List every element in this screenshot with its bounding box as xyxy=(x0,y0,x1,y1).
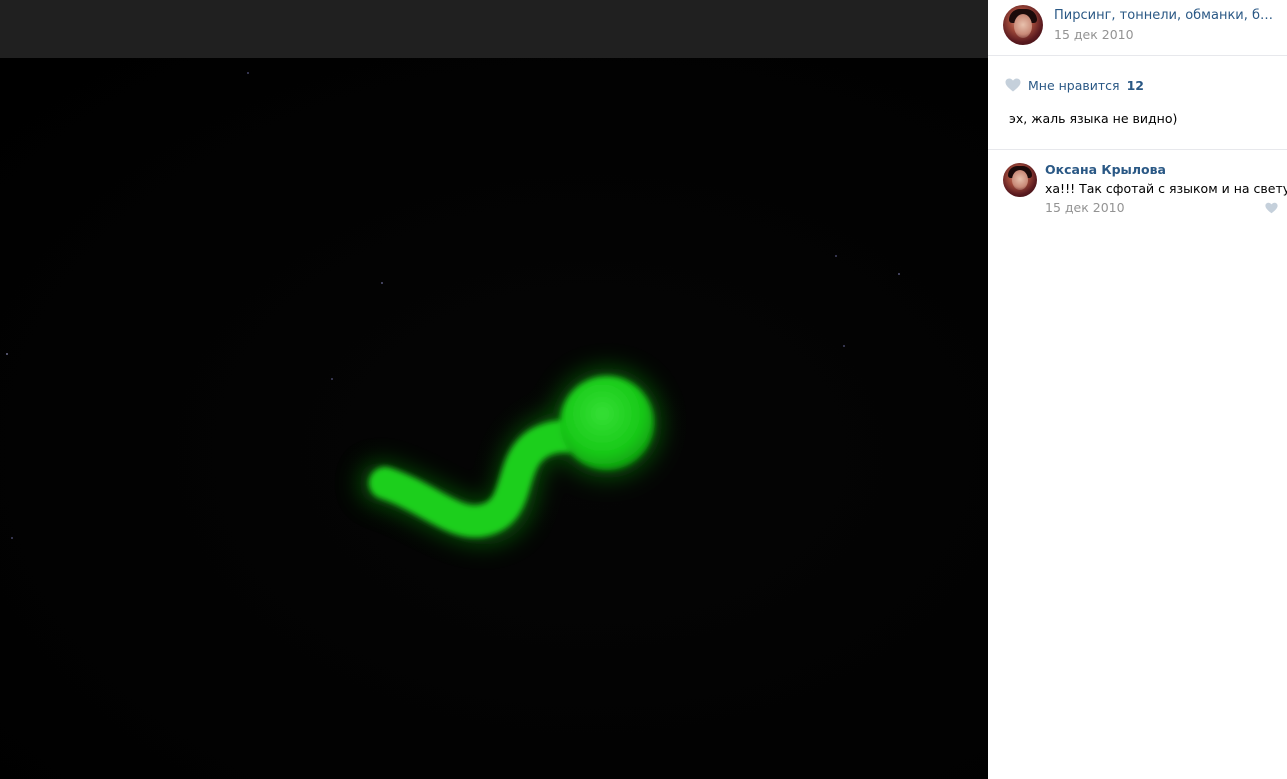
comment-date[interactable]: 15 дек 2010 xyxy=(1045,200,1125,215)
post-header: Пирсинг, тоннели, обманки, бижут... 15 д… xyxy=(988,0,1287,56)
post-sidebar: Пирсинг, тоннели, обманки, бижут... 15 д… xyxy=(988,0,1287,779)
post-text: эх, жаль языка не видно) xyxy=(1009,111,1178,126)
group-avatar[interactable] xyxy=(1003,5,1043,45)
photo-viewer xyxy=(0,0,988,779)
viewer-topbar xyxy=(0,0,988,58)
comment-author-link[interactable]: Оксана Крылова xyxy=(1045,162,1166,177)
divider xyxy=(988,149,1287,150)
likes-label: Мне нравится xyxy=(1028,77,1120,93)
comment-like-heart-icon[interactable] xyxy=(1265,202,1278,214)
heart-icon xyxy=(1005,78,1021,92)
group-name-link[interactable]: Пирсинг, тоннели, обманки, бижут... xyxy=(1054,8,1279,23)
comment-author-avatar[interactable] xyxy=(1003,163,1037,197)
photo[interactable] xyxy=(0,58,988,779)
likes-count: 12 xyxy=(1126,77,1144,93)
post-date[interactable]: 15 дек 2010 xyxy=(1054,27,1134,42)
like-button[interactable]: Мне нравится 12 xyxy=(1005,77,1144,93)
glowing-jewelry-image xyxy=(6,72,900,545)
comment-text: ха!!! Так сфотай с языком и на свету)) xyxy=(1045,181,1287,196)
